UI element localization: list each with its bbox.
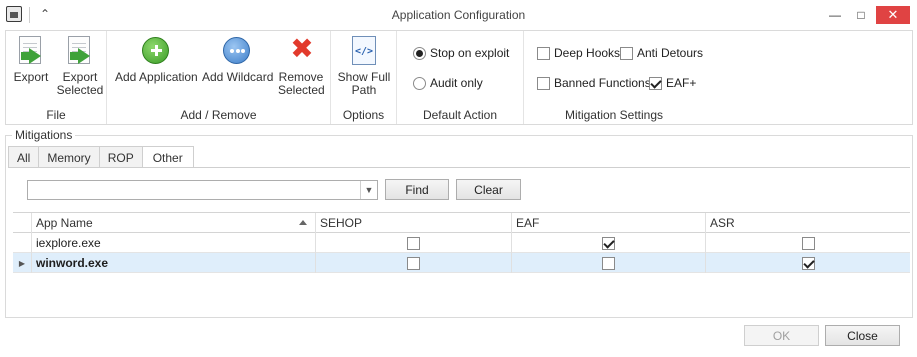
find-button[interactable]: Find bbox=[385, 179, 449, 200]
eaf-checkbox[interactable] bbox=[602, 236, 615, 250]
tab-rop[interactable]: ROP bbox=[98, 146, 143, 168]
banned-functions-label: Banned Functions bbox=[554, 76, 651, 90]
audit-only-radio[interactable]: Audit only bbox=[413, 76, 483, 90]
sehop-cell[interactable] bbox=[316, 253, 512, 273]
add-application-button[interactable]: Add Application bbox=[115, 35, 198, 84]
asr-checkbox[interactable] bbox=[801, 256, 815, 270]
show-full-path-label-line2: Path bbox=[351, 83, 377, 97]
checkbox-checked-icon bbox=[649, 76, 662, 90]
show-full-path-button[interactable]: </> Show Full Path bbox=[337, 35, 391, 97]
file-group-caption: File bbox=[46, 108, 66, 122]
sehop-cell[interactable] bbox=[316, 233, 512, 253]
search-combobox[interactable]: ▼ bbox=[27, 180, 378, 200]
file-group: Export Export Selected File bbox=[6, 31, 107, 124]
default-action-group-caption: Default Action bbox=[422, 108, 498, 122]
applications-grid: App Name SEHOP EAF ASR iexplore.exe ▶ wi… bbox=[13, 212, 910, 273]
row-indicator bbox=[13, 233, 32, 253]
close-icon: ✕ bbox=[887, 7, 899, 22]
tab-all[interactable]: All bbox=[8, 146, 40, 168]
asr-cell[interactable] bbox=[706, 253, 910, 273]
add-icon bbox=[139, 35, 171, 67]
chevron-down-icon: ▼ bbox=[364, 185, 374, 195]
grid-header: App Name SEHOP EAF ASR bbox=[13, 213, 910, 233]
mitigation-tabs: All Memory ROP Other bbox=[8, 146, 194, 168]
maximize-button[interactable]: □ bbox=[852, 6, 870, 24]
ribbon: Export Export Selected File Add Applicat… bbox=[5, 30, 913, 125]
tab-memory[interactable]: Memory bbox=[38, 146, 100, 168]
column-header-eaf[interactable]: EAF bbox=[512, 213, 706, 233]
anti-detours-checkbox[interactable]: Anti Detours bbox=[620, 46, 703, 60]
stop-on-exploit-label: Stop on exploit bbox=[430, 46, 510, 60]
minimize-button[interactable]: — bbox=[826, 6, 844, 24]
sehop-checkbox[interactable] bbox=[407, 256, 420, 270]
sehop-checkbox[interactable] bbox=[407, 236, 420, 250]
mitigation-settings-group: Deep Hooks Anti Detours Banned Functions… bbox=[524, 31, 704, 124]
table-row-selected[interactable]: ▶ winword.exe bbox=[13, 253, 910, 273]
code-file-icon: </> bbox=[348, 35, 380, 67]
close-button[interactable]: Close bbox=[825, 325, 900, 346]
radio-unchecked-icon bbox=[413, 76, 426, 90]
checkbox-unchecked-icon bbox=[537, 46, 550, 60]
options-group: </> Show Full Path Options bbox=[331, 31, 397, 124]
export-selected-label-line2: Selected bbox=[56, 83, 104, 97]
asr-checkbox[interactable] bbox=[801, 236, 815, 250]
deep-hooks-label: Deep Hooks bbox=[554, 46, 621, 60]
add-remove-group: Add Application Add Wildcard ✖ Remove Se… bbox=[107, 31, 331, 124]
remove-selected-button[interactable]: ✖ Remove Selected bbox=[278, 33, 325, 97]
options-group-caption: Options bbox=[342, 108, 385, 122]
tab-other[interactable]: Other bbox=[141, 146, 194, 168]
checkbox-unchecked-icon bbox=[537, 76, 550, 90]
add-wildcard-button[interactable]: Add Wildcard bbox=[202, 35, 274, 84]
default-action-group: Stop on exploit Audit only Default Actio… bbox=[397, 31, 524, 124]
minimize-icon: — bbox=[829, 8, 841, 22]
export-icon bbox=[15, 35, 47, 67]
dropdown-button[interactable]: ▼ bbox=[360, 181, 377, 199]
eaf-checkbox[interactable] bbox=[602, 256, 615, 270]
app-name-cell[interactable]: iexplore.exe bbox=[32, 233, 316, 253]
mitigations-legend: Mitigations bbox=[12, 128, 76, 142]
tab-divider bbox=[8, 167, 910, 168]
eaf-cell[interactable] bbox=[512, 253, 706, 273]
add-application-label: Add Application bbox=[115, 70, 198, 84]
eaf-cell[interactable] bbox=[512, 233, 706, 253]
more-icon bbox=[220, 35, 252, 67]
radio-checked-icon bbox=[413, 46, 426, 60]
stop-on-exploit-radio[interactable]: Stop on exploit bbox=[413, 46, 509, 60]
checkbox-unchecked-icon bbox=[620, 46, 633, 60]
asr-cell[interactable] bbox=[706, 233, 910, 253]
anti-detours-label: Anti Detours bbox=[637, 46, 704, 60]
column-header-sehop[interactable]: SEHOP bbox=[316, 213, 512, 233]
eaf-plus-label: EAF+ bbox=[666, 76, 697, 90]
app-name-cell[interactable]: winword.exe bbox=[32, 253, 316, 273]
audit-only-label: Audit only bbox=[430, 76, 483, 90]
close-window-button[interactable]: ✕ bbox=[876, 6, 910, 24]
export-selected-icon bbox=[64, 35, 96, 67]
search-input[interactable] bbox=[29, 182, 359, 198]
deep-hooks-checkbox[interactable]: Deep Hooks bbox=[537, 46, 620, 60]
ok-button[interactable]: OK bbox=[744, 325, 819, 346]
current-row-arrow-icon: ▶ bbox=[13, 253, 32, 273]
remove-icon: ✖ bbox=[290, 33, 314, 64]
remove-selected-label-line2: Selected bbox=[278, 83, 325, 97]
banned-functions-checkbox[interactable]: Banned Functions bbox=[537, 76, 651, 90]
export-selected-button[interactable]: Export Selected bbox=[56, 35, 104, 97]
sort-ascending-icon bbox=[299, 220, 307, 225]
export-button[interactable]: Export bbox=[9, 35, 53, 84]
column-header-asr[interactable]: ASR bbox=[706, 213, 910, 233]
title-bar: ⌃ Application Configuration — □ ✕ bbox=[0, 0, 917, 30]
export-label: Export bbox=[13, 70, 49, 84]
eaf-plus-checkbox[interactable]: EAF+ bbox=[649, 76, 696, 90]
table-row[interactable]: iexplore.exe bbox=[13, 233, 910, 253]
clear-button[interactable]: Clear bbox=[456, 179, 521, 200]
window-title: Application Configuration bbox=[391, 8, 526, 22]
add-wildcard-label: Add Wildcard bbox=[202, 70, 274, 84]
column-header-app-name[interactable]: App Name bbox=[32, 213, 316, 233]
add-remove-group-caption: Add / Remove bbox=[180, 108, 257, 122]
row-indicator-header bbox=[13, 213, 32, 233]
maximize-icon: □ bbox=[857, 8, 865, 22]
mitigation-settings-group-caption: Mitigation Settings bbox=[564, 108, 664, 122]
